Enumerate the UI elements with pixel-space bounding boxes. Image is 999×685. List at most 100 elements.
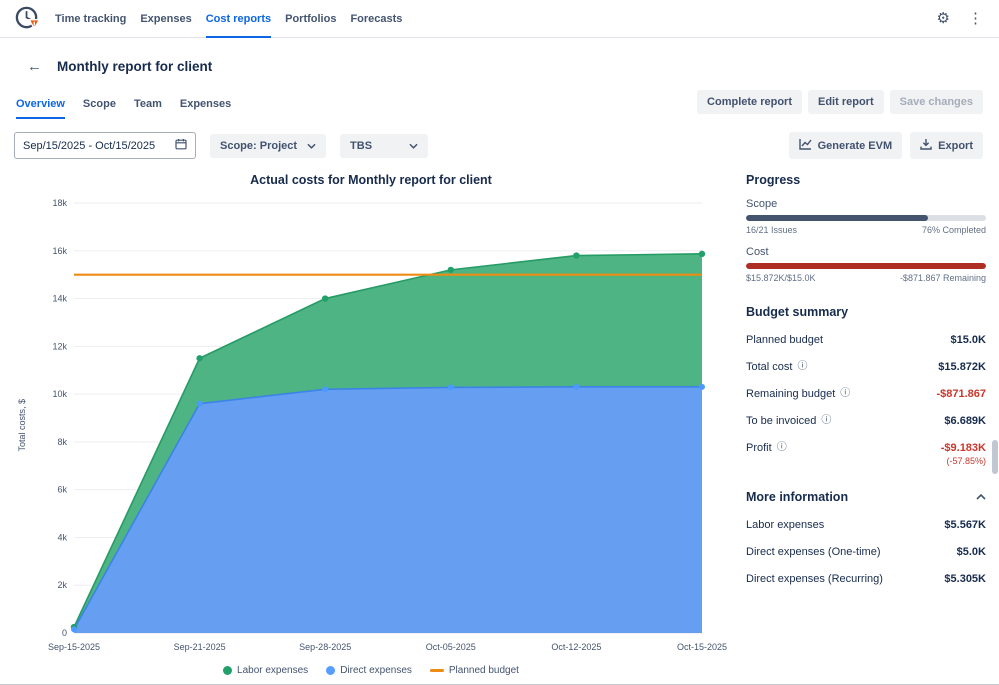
more-information-title: More information: [746, 490, 848, 504]
kebab-menu-icon[interactable]: ⋮: [968, 11, 983, 26]
summary-panel: Progress Scope 16/21 Issues 76% Complete…: [746, 171, 986, 676]
page-title: Monthly report for client: [57, 59, 212, 74]
report-header: ← Monthly report for client: [0, 38, 999, 74]
legend-item-planned-budget[interactable]: Planned budget: [430, 665, 519, 676]
budget-row-value: $15.872K: [938, 361, 986, 373]
budget-row-label: Remaining budget: [746, 388, 835, 400]
budget-row-label: To be invoiced: [746, 415, 816, 427]
legend-line-marker: [430, 669, 444, 672]
legend-dot-marker: [326, 666, 335, 675]
svg-text:Sep-21-2025: Sep-21-2025: [174, 642, 226, 652]
svg-text:18k: 18k: [52, 198, 67, 208]
edit-report-button[interactable]: Edit report: [808, 90, 884, 114]
main-nav: Time tracking Expenses Cost reports Port…: [55, 0, 402, 37]
chevron-down-icon: [307, 140, 316, 152]
svg-text:10k: 10k: [52, 389, 67, 399]
more-info-label: Direct expenses (One-time): [746, 546, 881, 558]
app-logo-icon[interactable]: [14, 5, 41, 32]
settings-gear-icon[interactable]: ⚙: [937, 11, 950, 26]
vertical-scrollbar-thumb[interactable]: [992, 440, 998, 474]
actual-costs-chart: 02k4k6k8k10k12k14k16k18kSep-15-2025Sep-2…: [30, 191, 726, 659]
more-info-label: Direct expenses (Recurring): [746, 573, 883, 585]
info-icon[interactable]: ⓘ: [797, 362, 807, 372]
info-icon[interactable]: ⓘ: [777, 443, 787, 453]
cost-progress-bar: [746, 263, 986, 269]
app-window: Time tracking Expenses Cost reports Port…: [0, 0, 999, 685]
tabs-row: Overview Scope Team Expenses Complete re…: [0, 74, 999, 119]
main-content: Actual costs for Monthly report for clie…: [0, 159, 999, 676]
scope-select-value: Scope: Project: [220, 140, 297, 152]
svg-text:Sep-28-2025: Sep-28-2025: [299, 642, 351, 652]
budget-row-value: $15.0K: [951, 334, 986, 346]
chevron-down-icon: [409, 140, 418, 152]
back-arrow-icon[interactable]: ←: [27, 59, 42, 74]
report-actions: Complete report Edit report Save changes: [697, 90, 983, 119]
calendar-icon: [175, 138, 187, 153]
complete-report-button[interactable]: Complete report: [697, 90, 802, 114]
cost-spent-value: $15.872K/$15.0K: [746, 273, 816, 283]
top-nav-bar: Time tracking Expenses Cost reports Port…: [0, 0, 999, 38]
collapse-chevron-up-icon[interactable]: [976, 494, 986, 500]
more-info-label: Labor expenses: [746, 519, 824, 531]
budget-row-label: Profit: [746, 442, 772, 454]
more-info-row-labor: Labor expenses $5.567K: [746, 519, 986, 531]
generate-evm-label: Generate EVM: [818, 140, 893, 152]
nav-item-cost-reports[interactable]: Cost reports: [206, 0, 271, 38]
filter-row: Sep/15/2025 - Oct/15/2025 Scope: Project…: [0, 119, 999, 159]
cost-progress-label: Cost: [746, 246, 986, 258]
board-select-value: TBS: [350, 140, 372, 152]
svg-text:Sep-15-2025: Sep-15-2025: [48, 642, 100, 652]
legend-item-labor-expenses[interactable]: Labor expenses: [223, 665, 308, 676]
budget-row-total-cost: Total cost ⓘ $15.872K: [746, 361, 986, 373]
chart-actions: Generate EVM Export: [789, 132, 983, 159]
scope-completed-percent: 76% Completed: [922, 225, 986, 235]
scope-progress-fill: [746, 215, 928, 221]
legend-label: Labor expenses: [237, 665, 308, 676]
generate-evm-button[interactable]: Generate EVM: [789, 132, 903, 159]
y-axis-label: Total costs, $: [17, 399, 27, 452]
svg-text:Oct-05-2025: Oct-05-2025: [426, 642, 476, 652]
nav-item-forecasts[interactable]: Forecasts: [350, 0, 402, 38]
info-icon[interactable]: ⓘ: [840, 389, 850, 399]
legend-label: Planned budget: [449, 665, 519, 676]
legend-item-direct-expenses[interactable]: Direct expenses: [326, 665, 412, 676]
tab-expenses[interactable]: Expenses: [180, 98, 231, 119]
tab-team[interactable]: Team: [134, 98, 162, 119]
svg-text:Oct-12-2025: Oct-12-2025: [551, 642, 601, 652]
budget-row-remaining: Remaining budget ⓘ -$871.867: [746, 388, 986, 400]
budget-row-label: Total cost: [746, 361, 792, 373]
more-info-row-recurring: Direct expenses (Recurring) $5.305K: [746, 573, 986, 585]
evm-chart-icon: [799, 138, 812, 153]
info-icon[interactable]: ⓘ: [821, 416, 831, 426]
svg-text:2k: 2k: [57, 580, 67, 590]
export-label: Export: [938, 140, 973, 152]
profit-percent: (-57.85%): [746, 456, 986, 466]
scope-select[interactable]: Scope: Project: [210, 134, 326, 158]
svg-text:0: 0: [62, 628, 67, 638]
more-info-value: $5.305K: [944, 573, 986, 585]
board-select[interactable]: TBS: [340, 134, 428, 158]
scope-issues-count: 16/21 Issues: [746, 225, 797, 235]
more-info-value: $5.567K: [944, 519, 986, 531]
nav-item-expenses[interactable]: Expenses: [140, 0, 191, 38]
legend-label: Direct expenses: [340, 665, 412, 676]
budget-row-value: $6.689K: [944, 415, 986, 427]
scope-progress-label: Scope: [746, 198, 986, 210]
report-tabs: Overview Scope Team Expenses: [16, 98, 231, 119]
export-button[interactable]: Export: [910, 132, 983, 159]
cost-chart-card: Actual costs for Monthly report for clie…: [14, 171, 728, 676]
save-changes-button[interactable]: Save changes: [890, 90, 983, 114]
chart-body: Total costs, $ 02k4k6k8k10k12k14k16k18kS…: [14, 191, 728, 659]
tab-overview[interactable]: Overview: [16, 98, 65, 119]
svg-text:Oct-15-2025: Oct-15-2025: [677, 642, 727, 652]
svg-text:16k: 16k: [52, 246, 67, 256]
budget-row-planned: Planned budget $15.0K: [746, 334, 986, 346]
nav-item-time-tracking[interactable]: Time tracking: [55, 0, 126, 38]
svg-text:6k: 6k: [57, 485, 67, 495]
chart-legend: Labor expenses Direct expenses Planned bud…: [14, 665, 728, 676]
date-range-input[interactable]: Sep/15/2025 - Oct/15/2025: [14, 132, 196, 159]
nav-item-portfolios[interactable]: Portfolios: [285, 0, 336, 38]
svg-text:14k: 14k: [52, 294, 67, 304]
more-info-row-onetime: Direct expenses (One-time) $5.0K: [746, 546, 986, 558]
tab-scope[interactable]: Scope: [83, 98, 116, 119]
